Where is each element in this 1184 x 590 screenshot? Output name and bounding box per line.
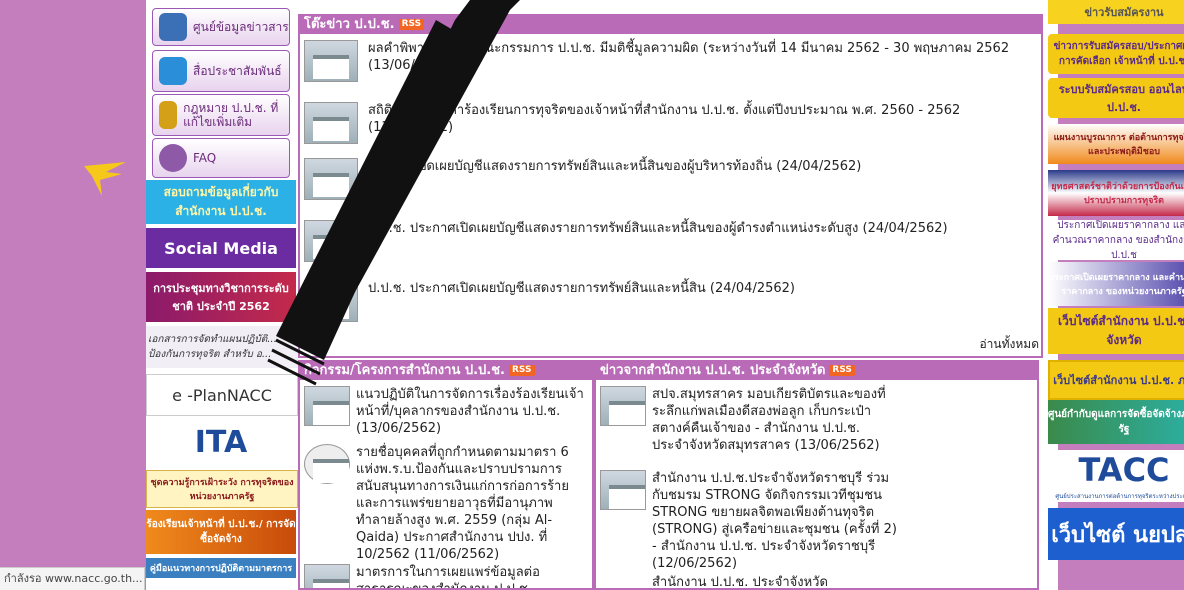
activity-item[interactable]: มาตรการในการเผยแพร่ข้อมูลต่อสาธารณะของสำ… xyxy=(304,564,588,588)
online-exam-banner[interactable]: ระบบรับสมัครสอบ ออนไลน์ ป.ป.ช. xyxy=(1048,78,1184,118)
activity-thumbnail xyxy=(304,386,350,426)
plan-document-banner[interactable]: เอกสารการจัดทำแผนปฏิบัติ... ป้องกันการทุ… xyxy=(146,326,298,368)
conference-banner[interactable]: การประชุมทางวิชาการระดับชาติ ประจำปี 256… xyxy=(146,272,296,322)
province-news-text[interactable]: สำนักงาน ป.ป.ช.ประจำจังหวัดราชบุรี ร่วมก… xyxy=(652,470,897,572)
national-strategy-banner[interactable]: ยุทธศาสตร์ชาติว่าด้วยการป้องกันและปราบปร… xyxy=(1048,170,1184,216)
pr-media-label: สื่อประชาสัมพันธ์ xyxy=(193,64,282,78)
anti-corruption-knowledge-banner[interactable]: ชุดความรู้การเฝ้าระวัง การทุจริตของหน่วย… xyxy=(146,470,298,508)
news-info-label: ศูนย์ข้อมูลข่าวสาร xyxy=(193,20,289,34)
activity-board-panel: กิจกรรม/โครงการสำนักงาน ป.ป.ช. RSS แนวปฏิ… xyxy=(298,360,594,590)
bird-logo-icon xyxy=(84,162,126,196)
eplan-label: e -PlanNACC xyxy=(172,385,272,405)
ita-banner[interactable]: ITA xyxy=(146,418,296,466)
province-board-header: ข่าวจากสำนักงาน ป.ป.ช. ประจำจังหวัด RSS xyxy=(596,362,1037,380)
integration-plan-banner[interactable]: แผนงานบูรณาการ ต่อต้านการทุจริตและประพฤต… xyxy=(1048,124,1184,164)
activity-board-header: กิจกรรม/โครงการสำนักงาน ป.ป.ช. RSS xyxy=(300,362,592,380)
pr-media-button[interactable]: สื่อประชาสัมพันธ์ xyxy=(152,50,290,92)
news-item-text[interactable]: ประกาศเปิดเผยบัญชีแสดงรายการทรัพย์สินและ… xyxy=(368,158,1037,175)
news-thumbnail xyxy=(304,220,358,262)
recruit-banner[interactable]: ข่าวการรับสมัครสอบ/ประกาศผลการคัดเลือก เ… xyxy=(1048,34,1184,74)
news-thumbnail xyxy=(304,158,358,200)
magnifier-icon xyxy=(159,144,187,172)
activity-item[interactable]: แนวปฏิบัติในการจัดการเรื่องร้องเรียนเจ้า… xyxy=(304,386,588,436)
news-item[interactable]: สถิติเรื่องกล่าวหาร้องเรียนการทุจริตของเ… xyxy=(304,102,1037,158)
ask-info-banner[interactable]: สอบถามข้อมูลเกี่ยวกับ สำนักงาน ป.ป.ช. xyxy=(146,180,296,224)
law-label: กฎหมาย ป.ป.ช. ที่แก้ไขเพิ่มเติม xyxy=(183,101,279,129)
price-nacc-banner[interactable]: ประกาศเปิดเผยราคากลาง และคำนวณราคากลาง ข… xyxy=(1048,220,1184,261)
complaint-banner[interactable]: ร้องเรียนเจ้าหน้าที่ ป.ป.ช./ การจัดซื้อจ… xyxy=(146,510,296,554)
province-news-item[interactable]: สปจ.สมุทรสาคร มอบเกียรติบัตรและของที่ระล… xyxy=(600,386,897,466)
news-item-text[interactable]: ป.ป.ช. ประกาศเปิดเผยบัญชีแสดงรายการทรัพย… xyxy=(368,280,1037,297)
faq-button[interactable]: FAQ xyxy=(152,138,290,178)
news-board-title: โต๊ะข่าว ป.ป.ช. xyxy=(304,17,395,32)
activity-item-text[interactable]: มาตรการในการเผยแพร่ข้อมูลต่อสาธารณะของสำ… xyxy=(356,564,588,588)
region-website-banner[interactable]: เว็บไซต์สำนักงาน ป.ป.ช. ภาค xyxy=(1048,360,1184,400)
province-news-item[interactable]: สำนักงาน ป.ป.ช.ประจำจังหวัดราชบุรี ร่วมก… xyxy=(600,470,897,572)
news-item-text[interactable]: ป.ป.ช. ประกาศเปิดเผยบัญชีแสดงรายการทรัพย… xyxy=(368,220,1037,237)
news-item[interactable]: ป.ป.ช. ประกาศเปิดเผยบัญชีแสดงรายการทรัพย… xyxy=(304,280,1037,336)
music-icon xyxy=(159,57,187,85)
faq-label: FAQ xyxy=(193,151,217,165)
social-media-banner[interactable]: Social Media xyxy=(146,228,296,268)
scale-icon xyxy=(159,101,178,129)
left-sidebar: ศูนย์ข้อมูลข่าวสาร สื่อประชาสัมพันธ์ กฎห… xyxy=(146,0,298,590)
computer-icon xyxy=(159,13,187,41)
eplan-nacc-banner[interactable]: e -PlanNACC xyxy=(146,374,298,416)
province-news-text[interactable]: สปจ.สมุทรสาคร มอบเกียรติบัตรและของที่ระล… xyxy=(652,386,897,454)
province-board-title: ข่าวจากสำนักงาน ป.ป.ช. ประจำจังหวัด xyxy=(600,363,826,378)
job-news-banner[interactable]: ข่าวรับสมัครงาน xyxy=(1048,0,1184,24)
news-info-button[interactable]: ศูนย์ข้อมูลข่าวสาร xyxy=(152,8,290,46)
province-board-panel: ข่าวจากสำนักงาน ป.ป.ช. ประจำจังหวัด RSS ส… xyxy=(594,360,1039,590)
province-website-banner[interactable]: เว็บไซต์สำนักงาน ป.ป.ช. จังหวัด xyxy=(1048,308,1184,354)
news-board-header: โต๊ะข่าว ป.ป.ช. RSS xyxy=(300,16,1041,34)
province-news-thumbnail xyxy=(600,386,646,426)
activity-item-text[interactable]: แนวปฏิบัติในการจัดการเรื่องร้องเรียนเจ้า… xyxy=(356,386,588,437)
activity-board-title: กิจกรรม/โครงการสำนักงาน ป.ป.ช. xyxy=(304,363,505,378)
right-sidebar: ข่าวรับสมัครงาน ข่าวการรับสมัครสอบ/ประกา… xyxy=(1044,0,1184,590)
news-item[interactable]: ประกาศเปิดเผยบัญชีแสดงรายการทรัพย์สินและ… xyxy=(304,158,1037,214)
province-news-text[interactable]: สำนักงาน ป.ป.ช. ประจำจังหวัด xyxy=(652,574,897,588)
procurement-center-banner[interactable]: ศูนย์กำกับดูแลการจัดซื้อจัดจ้างภาครัฐ xyxy=(1048,400,1184,444)
seal-icon xyxy=(304,444,350,484)
news-item-text[interactable]: สถิติเรื่องกล่าวหาร้องเรียนการทุจริตของเ… xyxy=(368,102,1037,136)
news-thumbnail xyxy=(304,102,358,144)
tacc-banner[interactable]: TACC xyxy=(1048,450,1184,490)
manual-banner[interactable]: คู่มือแนวทางการปฏิบัติตามมาตรการ xyxy=(146,558,296,578)
news-item[interactable]: ป.ป.ช. ประกาศเปิดเผยบัญชีแสดงรายการทรัพย… xyxy=(304,220,1037,276)
page-container: ศูนย์ข้อมูลข่าวสาร สื่อประชาสัมพันธ์ กฎห… xyxy=(146,0,1184,590)
news-board-panel: โต๊ะข่าว ป.ป.ช. RSS ผลคำพิพากษาคดีที่คณะก… xyxy=(298,14,1043,358)
read-all-link[interactable]: อ่านทั้งหมด xyxy=(979,335,1039,354)
province-news-item[interactable]: สำนักงาน ป.ป.ช. ประจำจังหวัด xyxy=(600,574,897,588)
news-thumbnail xyxy=(304,40,358,82)
news-thumbnail xyxy=(304,280,358,322)
activity-thumbnail xyxy=(304,564,350,588)
status-bar: กำลังรอ www.nacc.go.th... xyxy=(0,567,145,590)
law-button[interactable]: กฎหมาย ป.ป.ช. ที่แก้ไขเพิ่มเติม xyxy=(152,94,290,136)
news-item-text[interactable]: ผลคำพิพากษาคดีที่คณะกรรมการ ป.ป.ช. มีมติ… xyxy=(368,40,1037,74)
rss-icon[interactable]: RSS xyxy=(829,365,855,376)
price-gov-banner[interactable]: ประกาศเปิดเผยราคากลาง และคำนวณราคากลาง ข… xyxy=(1048,262,1184,306)
tacc-subtitle: ศูนย์ประสานงานการต่อต้านการทุจริตระหว่าง… xyxy=(1048,490,1184,502)
activity-item-text[interactable]: รายชื่อบุคคลที่ถูกกำหนดตามมาตรา 6 แห่งพ.… xyxy=(356,444,588,563)
nyps-website-banner[interactable]: เว็บไซต์ นยปส. xyxy=(1048,508,1184,560)
news-item[interactable]: ผลคำพิพากษาคดีที่คณะกรรมการ ป.ป.ช. มีมติ… xyxy=(304,40,1037,96)
province-news-thumbnail xyxy=(600,470,646,510)
tacc-label: TACC xyxy=(1078,451,1170,489)
activity-item[interactable]: รายชื่อบุคคลที่ถูกกำหนดตามมาตรา 6 แห่งพ.… xyxy=(304,444,588,562)
main-content: โต๊ะข่าว ป.ป.ช. RSS ผลคำพิพากษาคดีที่คณะก… xyxy=(298,0,1043,590)
rss-icon[interactable]: RSS xyxy=(509,365,535,376)
rss-icon[interactable]: RSS xyxy=(398,19,425,30)
